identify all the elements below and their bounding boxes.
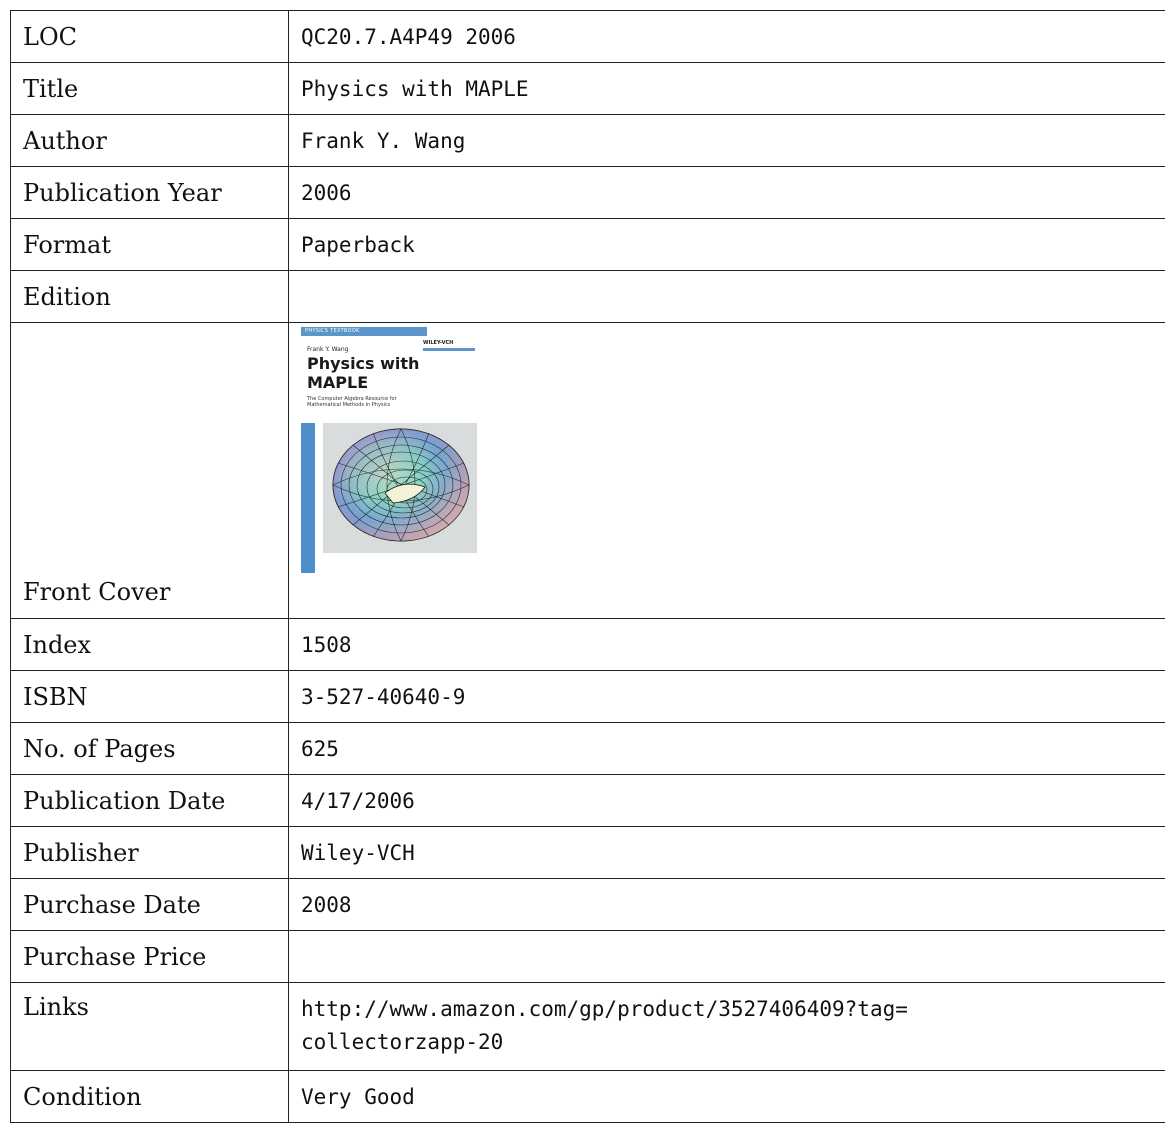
publication-date-value: 4/17/2006 <box>289 775 1165 827</box>
purchase-price-value <box>289 931 1165 983</box>
publisher-label: Publisher <box>11 827 289 879</box>
table-row: Purchase Price <box>11 931 1165 983</box>
title-label: Title <box>11 63 289 115</box>
table-row: LOC QC20.7.A4P49 2006 <box>11 11 1165 63</box>
table-row: ISBN 3-527-40640-9 <box>11 671 1165 723</box>
publication-year-label: Publication Year <box>11 167 289 219</box>
cover-title: Physics with MAPLE <box>307 354 419 392</box>
cover-sidebar <box>301 423 315 573</box>
publication-date-label: Publication Date <box>11 775 289 827</box>
edition-value <box>289 271 1165 323</box>
cover-subtitle-line2: Mathematical Methods in Physics <box>307 402 447 408</box>
pages-value: 625 <box>289 723 1165 775</box>
edition-label: Edition <box>11 271 289 323</box>
table-row: Publisher Wiley-VCH <box>11 827 1165 879</box>
table-row: Edition <box>11 271 1165 323</box>
table-row: Links http://www.amazon.com/gp/product/3… <box>11 983 1165 1071</box>
purchase-price-label: Purchase Price <box>11 931 289 983</box>
publisher-value: Wiley-VCH <box>289 827 1165 879</box>
cover-figure <box>323 423 477 553</box>
amazon-link-line1: http://www.amazon.com/gp/product/3527406… <box>301 997 908 1021</box>
format-value: Paperback <box>289 219 1165 271</box>
cover-title-line1: Physics with <box>307 354 419 373</box>
format-label: Format <box>11 219 289 271</box>
isbn-label: ISBN <box>11 671 289 723</box>
index-label: Index <box>11 619 289 671</box>
pages-label: No. of Pages <box>11 723 289 775</box>
publication-year-value: 2006 <box>289 167 1165 219</box>
table-row: Format Paperback <box>11 219 1165 271</box>
cover-author: Frank Y. Wang <box>307 346 348 353</box>
table-row: No. of Pages 625 <box>11 723 1165 775</box>
table-row: Front Cover PHYSICS TEXTBOOK WILEY-VCH F… <box>11 323 1165 619</box>
links-value: http://www.amazon.com/gp/product/3527406… <box>289 983 1165 1071</box>
front-cover-cell: PHYSICS TEXTBOOK WILEY-VCH Frank Y. Wang… <box>289 323 1165 619</box>
index-value: 1508 <box>289 619 1165 671</box>
amazon-link[interactable]: http://www.amazon.com/gp/product/3527406… <box>301 997 908 1054</box>
links-label: Links <box>11 983 289 1071</box>
purchase-date-value: 2008 <box>289 879 1165 931</box>
torus-surface-plot-icon <box>323 423 477 553</box>
front-cover-image[interactable]: PHYSICS TEXTBOOK WILEY-VCH Frank Y. Wang… <box>301 327 477 573</box>
book-record-table: LOC QC20.7.A4P49 2006 Title Physics with… <box>10 10 1165 1123</box>
front-cover-label: Front Cover <box>11 323 289 619</box>
table-row: Publication Year 2006 <box>11 167 1165 219</box>
condition-value: Very Good <box>289 1071 1165 1123</box>
table-row: Publication Date 4/17/2006 <box>11 775 1165 827</box>
table-row: Title Physics with MAPLE <box>11 63 1165 115</box>
amazon-link-line2: collectorzapp-20 <box>301 1030 503 1054</box>
cover-publisher-logo: WILEY-VCH <box>423 340 453 346</box>
isbn-value: 3-527-40640-9 <box>289 671 1165 723</box>
table-row: Condition Very Good <box>11 1071 1165 1123</box>
table-row: Index 1508 <box>11 619 1165 671</box>
condition-label: Condition <box>11 1071 289 1123</box>
cover-band: PHYSICS TEXTBOOK <box>301 327 427 336</box>
purchase-date-label: Purchase Date <box>11 879 289 931</box>
author-value: Frank Y. Wang <box>289 115 1165 167</box>
title-value: Physics with MAPLE <box>289 63 1165 115</box>
table-row: Purchase Date 2008 <box>11 879 1165 931</box>
cover-publisher-rule <box>423 348 475 351</box>
loc-value: QC20.7.A4P49 2006 <box>289 11 1165 63</box>
loc-label: LOC <box>11 11 289 63</box>
cover-subtitle: The Computer Algebra Resource for Mathem… <box>307 396 447 408</box>
table-row: Author Frank Y. Wang <box>11 115 1165 167</box>
author-label: Author <box>11 115 289 167</box>
cover-title-line2: MAPLE <box>307 373 419 392</box>
